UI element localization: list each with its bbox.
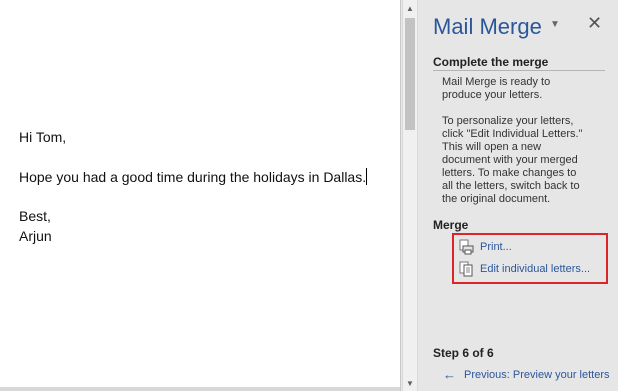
text-caret: [366, 168, 368, 185]
vertical-scrollbar[interactable]: ▲ ▼: [402, 0, 418, 391]
step-indicator: Step 6 of 6: [433, 346, 494, 360]
close-icon[interactable]: ✕: [587, 14, 602, 32]
previous-step-label: Previous: Preview your letters: [464, 368, 610, 381]
personalize-line: To personalize your letters,: [442, 115, 574, 127]
doc-closing: Best,: [19, 208, 51, 224]
ready-line: produce your letters.: [442, 89, 543, 101]
doc-greeting: Hi Tom,: [19, 129, 67, 145]
personalize-line: the original document.: [442, 193, 551, 205]
previous-step-link[interactable]: ← Previous: Preview your letters: [443, 367, 610, 382]
scroll-up-icon[interactable]: ▲: [403, 0, 417, 16]
merge-options-highlight: [452, 233, 608, 284]
arrow-left-icon: ←: [443, 367, 456, 382]
mail-merge-pane: Mail Merge ▼ ✕ Complete the merge Mail M…: [418, 0, 618, 391]
horizontal-scrollbar[interactable]: [0, 387, 400, 391]
personalize-line: document with your merged: [442, 154, 578, 166]
pane-title: Mail Merge: [433, 14, 542, 39]
doc-body-text: Hope you had a good time during the holi…: [19, 169, 367, 185]
document-page[interactable]: Hi Tom, Hope you had a good time during …: [0, 0, 401, 391]
dropdown-triangle-icon[interactable]: ▼: [548, 19, 562, 31]
scrollbar-thumb[interactable]: [405, 18, 415, 130]
personalize-line: This will open a new: [442, 141, 542, 153]
section-divider: [433, 70, 605, 71]
doc-signature: Arjun: [19, 228, 52, 244]
complete-merge-heading: Complete the merge: [433, 55, 549, 69]
doc-body-line: Hope you had a good time during the holi…: [19, 168, 368, 185]
personalize-text: To personalize your letters, click "Edit…: [442, 115, 607, 206]
document-area: Hi Tom, Hope you had a good time during …: [0, 0, 402, 391]
personalize-line: click "Edit Individual Letters.": [442, 128, 583, 140]
ready-text: Mail Merge is ready to produce your lett…: [442, 76, 607, 102]
ready-line: Mail Merge is ready to: [442, 76, 551, 88]
personalize-line: all the letters, switch back to: [442, 180, 580, 192]
merge-heading: Merge: [433, 218, 469, 232]
personalize-line: letters. To make changes to: [442, 167, 577, 179]
scroll-down-icon[interactable]: ▼: [403, 375, 417, 391]
